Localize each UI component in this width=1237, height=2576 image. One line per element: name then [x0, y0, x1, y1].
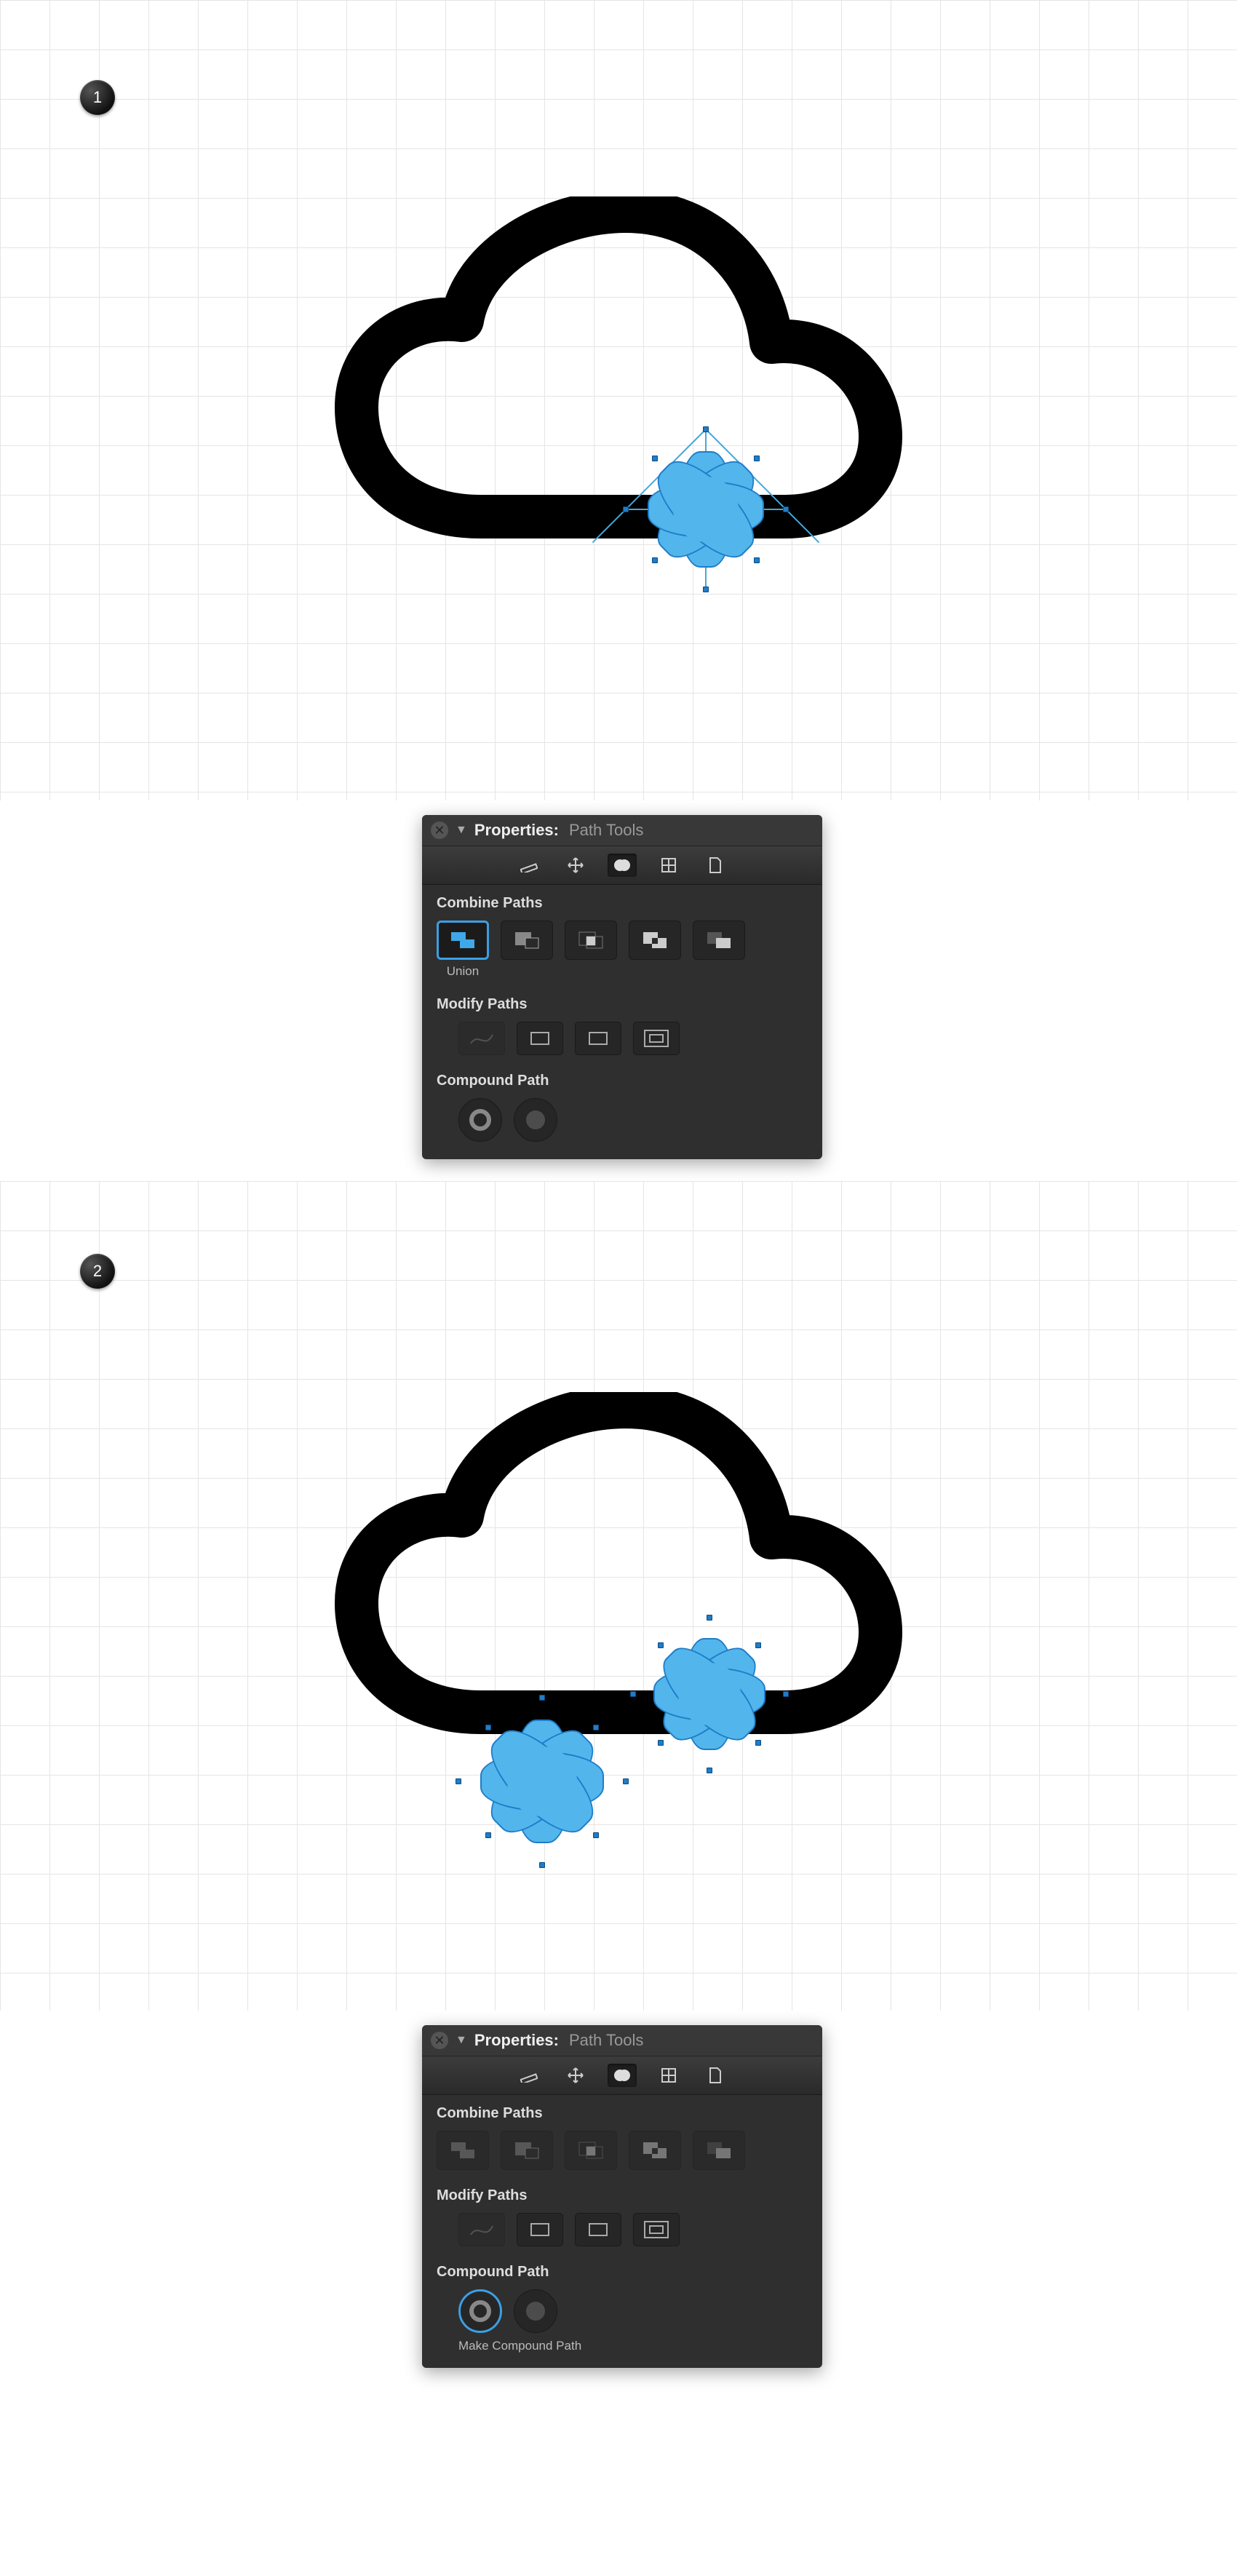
anchor-point[interactable] [652, 557, 658, 563]
tab-ruler-icon[interactable] [514, 2064, 544, 2087]
tab-move-icon[interactable] [561, 2064, 590, 2087]
tab-grid-icon[interactable] [654, 854, 683, 877]
smooth-button[interactable] [458, 1022, 505, 1055]
button-caption: Union [447, 964, 479, 979]
union-button[interactable] [437, 2131, 489, 2170]
release-compound-button[interactable] [514, 1098, 557, 1142]
panel-title: Properties: [474, 2031, 559, 2050]
section-label: Combine Paths [437, 895, 808, 912]
inset-path-button[interactable] [633, 2213, 680, 2246]
smooth-button[interactable] [458, 2213, 505, 2246]
anchor-point[interactable] [485, 1725, 491, 1730]
anchor-point[interactable] [593, 1725, 599, 1730]
anchor-point[interactable] [630, 1691, 636, 1697]
anchor-point[interactable] [755, 1642, 761, 1648]
tab-pathops-icon[interactable] [608, 854, 637, 877]
subtract-button[interactable] [501, 2131, 553, 2170]
compound-path-section: Compound Path Make Compound Path [422, 2254, 822, 2368]
cloud-icon[interactable] [335, 196, 902, 575]
anchor-point[interactable] [703, 426, 709, 432]
divide-button[interactable] [693, 2131, 745, 2170]
snowflake-shape[interactable] [626, 429, 786, 589]
anchor-point[interactable] [539, 1695, 545, 1701]
exclude-button[interactable] [629, 2131, 681, 2170]
canvas[interactable]: 2 [0, 1181, 1237, 2011]
close-icon[interactable]: ✕ [431, 822, 448, 839]
tab-ruler-icon[interactable] [514, 854, 544, 877]
anchor-point[interactable] [755, 1740, 761, 1746]
modify-paths-section: Modify Paths [422, 986, 822, 1062]
rect-path-button[interactable] [517, 1022, 563, 1055]
panel-subtitle: Path Tools [569, 821, 643, 840]
panel-subtitle: Path Tools [569, 2031, 643, 2050]
combine-paths-section: Combine Paths Union [422, 885, 822, 986]
anchor-point[interactable] [754, 557, 760, 563]
properties-panel[interactable]: ✕ ▼ Properties: Path Tools [422, 815, 822, 1159]
snowflake-shape[interactable] [633, 1618, 786, 1770]
divide-button[interactable] [693, 921, 745, 960]
panel-area: ✕ ▼ Properties: Path Tools [0, 800, 1237, 1181]
section-label: Compound Path [437, 2264, 808, 2281]
anchor-point[interactable] [456, 1778, 461, 1784]
make-compound-button[interactable] [458, 1098, 502, 1142]
step-1: 1 [0, 0, 1237, 1181]
compound-path-section: Compound Path [422, 1062, 822, 1159]
anchor-point[interactable] [485, 1832, 491, 1838]
anchor-point[interactable] [754, 456, 760, 461]
section-label: Combine Paths [437, 2105, 808, 2122]
anchor-point[interactable] [623, 1778, 629, 1784]
rect-path-button-2[interactable] [575, 2213, 621, 2246]
anchor-point[interactable] [783, 506, 789, 512]
canvas[interactable]: 1 [0, 0, 1237, 800]
tab-grid-icon[interactable] [654, 2064, 683, 2087]
section-label: Modify Paths [437, 996, 808, 1013]
union-button[interactable] [437, 921, 489, 960]
tab-page-icon[interactable] [701, 2064, 730, 2087]
anchor-point[interactable] [703, 587, 709, 592]
combine-paths-section: Combine Paths [422, 2095, 822, 2177]
properties-panel[interactable]: ✕ ▼ Properties: Path Tools [422, 2025, 822, 2368]
panel-area: ✕ ▼ Properties: Path Tools [0, 2011, 1237, 2390]
intersect-button[interactable] [565, 921, 617, 960]
anchor-point[interactable] [539, 1862, 545, 1868]
panel-tab-row [422, 2056, 822, 2095]
rect-path-button[interactable] [517, 2213, 563, 2246]
panel-tab-row [422, 846, 822, 885]
section-label: Modify Paths [437, 2187, 808, 2204]
anchor-point[interactable] [658, 1740, 664, 1746]
step-badge: 1 [80, 80, 115, 115]
anchor-point[interactable] [707, 1768, 712, 1773]
panel-title: Properties: [474, 821, 559, 840]
anchor-point[interactable] [783, 1691, 789, 1697]
make-compound-button[interactable] [458, 2289, 502, 2333]
tab-page-icon[interactable] [701, 854, 730, 877]
exclude-button[interactable] [629, 921, 681, 960]
release-compound-button[interactable] [514, 2289, 557, 2333]
modify-paths-section: Modify Paths [422, 2177, 822, 2254]
step-badge: 2 [80, 1254, 115, 1289]
panel-header[interactable]: ✕ ▼ Properties: Path Tools [422, 2025, 822, 2056]
intersect-button[interactable] [565, 2131, 617, 2170]
subtract-button[interactable] [501, 921, 553, 960]
tab-pathops-icon[interactable] [608, 2064, 637, 2087]
disclosure-triangle-icon[interactable]: ▼ [456, 2034, 467, 2047]
snowflake-shape[interactable] [458, 1698, 626, 1865]
step-2: 2 [0, 1181, 1237, 2390]
disclosure-triangle-icon[interactable]: ▼ [456, 824, 467, 837]
button-caption: Make Compound Path [458, 2339, 808, 2353]
panel-header[interactable]: ✕ ▼ Properties: Path Tools [422, 815, 822, 846]
anchor-point[interactable] [658, 1642, 664, 1648]
close-icon[interactable]: ✕ [431, 2032, 448, 2049]
section-label: Compound Path [437, 1073, 808, 1089]
tab-move-icon[interactable] [561, 854, 590, 877]
inset-path-button[interactable] [633, 1022, 680, 1055]
anchor-point[interactable] [623, 506, 629, 512]
anchor-point[interactable] [652, 456, 658, 461]
rect-path-button-2[interactable] [575, 1022, 621, 1055]
anchor-point[interactable] [707, 1615, 712, 1621]
anchor-point[interactable] [593, 1832, 599, 1838]
